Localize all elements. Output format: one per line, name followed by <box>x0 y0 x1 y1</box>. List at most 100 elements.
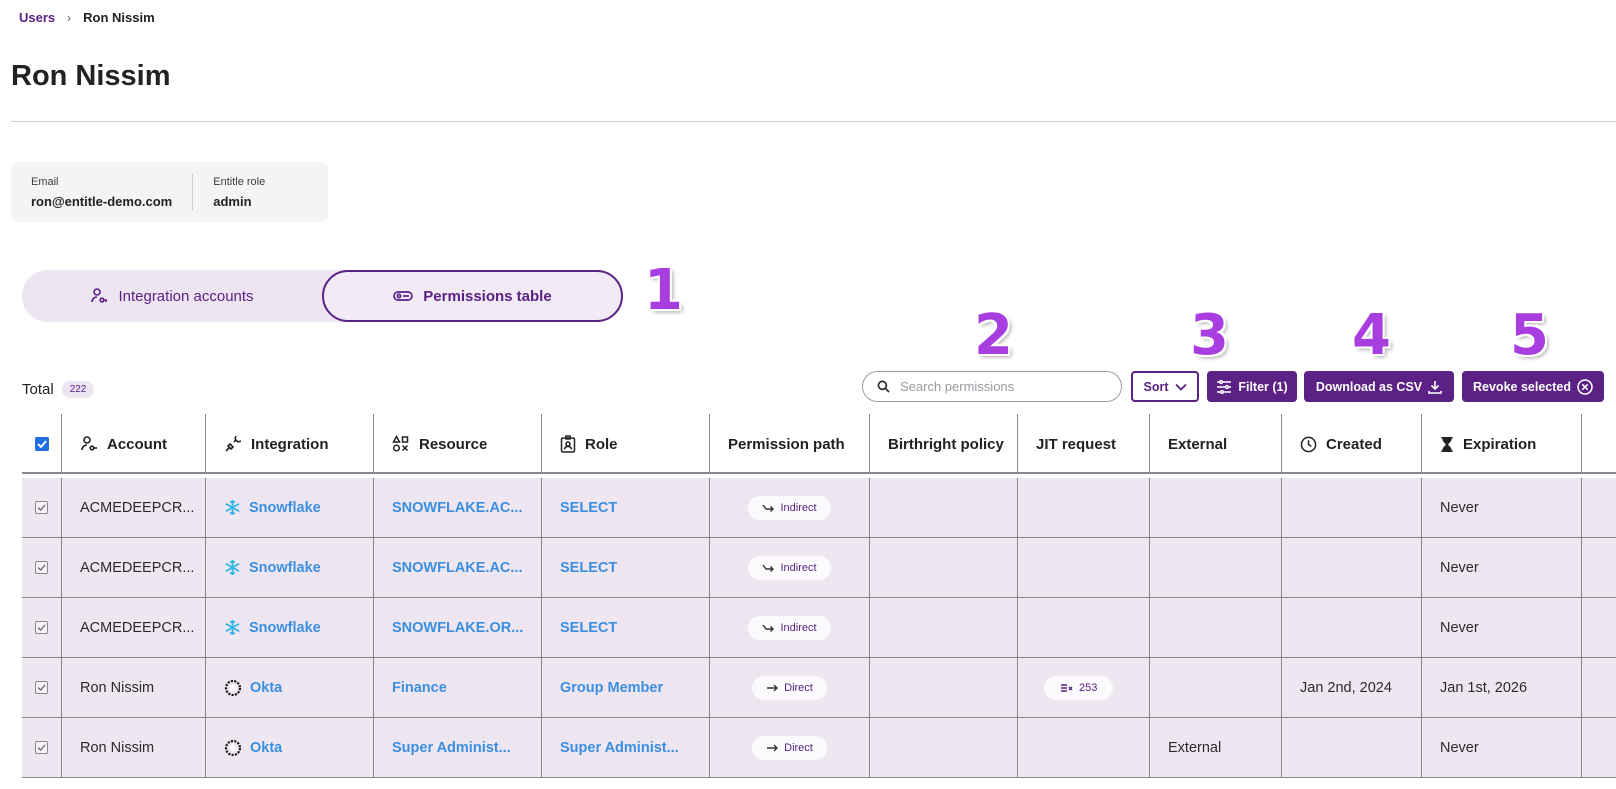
integration-link[interactable]: Okta <box>250 680 282 696</box>
breadcrumb: Users › Ron Nissim <box>19 10 155 25</box>
table-row[interactable]: Ron Nissim Okta Finance Group Member Dir… <box>22 658 1616 718</box>
row-checkbox[interactable] <box>35 561 48 574</box>
cell-birthright <box>870 598 1018 657</box>
cell-permission-path: Indirect <box>710 478 870 537</box>
column-resource[interactable]: Resource <box>374 414 542 474</box>
cell-spacer <box>1582 598 1616 657</box>
permission-path-value: Indirect <box>780 621 817 634</box>
search-box[interactable] <box>862 371 1122 402</box>
breadcrumb-users-link[interactable]: Users <box>19 10 55 25</box>
cell-expiration: Never <box>1422 718 1582 777</box>
row-select-cell <box>22 478 62 537</box>
account-value: Ron Nissim <box>80 739 155 756</box>
role-link[interactable]: Super Administ... <box>560 740 679 756</box>
row-select-cell <box>22 598 62 657</box>
annotation-4: 4 <box>1352 303 1391 368</box>
cell-account: ACMEDEEPCR... <box>62 598 206 657</box>
integration-link[interactable]: Snowflake <box>249 560 321 576</box>
permission-path-pill: Indirect <box>748 495 831 520</box>
role-label: Entitle role <box>213 175 266 188</box>
resource-link[interactable]: SNOWFLAKE.AC... <box>392 560 523 576</box>
column-permission-path-label: Permission path <box>728 435 845 453</box>
table-row[interactable]: Ron Nissim Okta Super Administ... Super … <box>22 718 1616 778</box>
row-checkbox[interactable] <box>35 741 48 754</box>
column-account[interactable]: Account <box>62 414 206 474</box>
column-created[interactable]: Created <box>1282 414 1422 474</box>
integration-link[interactable]: Snowflake <box>249 500 321 516</box>
row-checkbox[interactable] <box>35 501 48 514</box>
snowflake-icon <box>225 499 240 516</box>
select-all-checkbox[interactable] <box>34 437 49 451</box>
column-created-label: Created <box>1326 435 1382 453</box>
cell-expiration: Never <box>1422 598 1582 657</box>
cell-integration: Snowflake <box>206 478 374 537</box>
cell-external <box>1150 538 1282 597</box>
cell-account: Ron Nissim <box>62 658 206 717</box>
resource-link[interactable]: SNOWFLAKE.OR... <box>392 620 523 636</box>
page-title: Ron Nissim <box>11 60 171 92</box>
search-input[interactable] <box>900 379 1100 394</box>
column-expiration[interactable]: Expiration <box>1422 414 1582 474</box>
table-row[interactable]: ACMEDEEPCR... Snowflake SNOWFLAKE.OR... … <box>22 598 1616 658</box>
cell-role: Group Member <box>542 658 710 717</box>
email-info: Email ron@entitle-demo.com <box>11 176 192 209</box>
column-external[interactable]: External <box>1150 414 1282 474</box>
permission-path-pill: Indirect <box>748 615 831 640</box>
cell-account: Ron Nissim <box>62 718 206 777</box>
snowflake-icon <box>225 619 240 636</box>
cell-integration: Okta <box>206 658 374 717</box>
column-jit-request[interactable]: JIT request <box>1018 414 1150 474</box>
search-icon <box>877 380 890 393</box>
column-role-label: Role <box>585 435 618 453</box>
resource-link[interactable]: SNOWFLAKE.AC... <box>392 500 523 516</box>
role-link[interactable]: Group Member <box>560 680 663 696</box>
check-icon <box>37 684 46 691</box>
cell-account: ACMEDEEPCR... <box>62 478 206 537</box>
tab-permissions-table[interactable]: Permissions table <box>322 270 623 322</box>
role-link[interactable]: SELECT <box>560 500 617 516</box>
integration-link[interactable]: Okta <box>250 740 282 756</box>
row-checkbox[interactable] <box>35 681 48 694</box>
table-header: Account Integration Resource Role Permis… <box>22 414 1616 474</box>
revoke-selected-button[interactable]: Revoke selected <box>1462 371 1604 402</box>
cell-jit-request <box>1018 538 1150 597</box>
breadcrumb-separator: › <box>67 10 72 25</box>
row-checkbox[interactable] <box>35 621 48 634</box>
cell-created <box>1282 598 1422 657</box>
cell-external <box>1150 598 1282 657</box>
sort-button[interactable]: Sort <box>1131 371 1199 402</box>
resource-link[interactable]: Super Administ... <box>392 740 511 756</box>
tab-integration-accounts[interactable]: Integration accounts <box>22 270 322 322</box>
account-value: ACMEDEEPCR... <box>80 499 195 516</box>
plug-icon <box>225 435 242 452</box>
annotation-3: 3 <box>1190 303 1229 368</box>
row-select-cell <box>22 538 62 597</box>
table-row[interactable]: ACMEDEEPCR... Snowflake SNOWFLAKE.AC... … <box>22 538 1616 598</box>
tab-integration-accounts-label: Integration accounts <box>118 287 254 305</box>
column-birthright-policy[interactable]: Birthright policy <box>870 414 1018 474</box>
permission-path-value: Direct <box>784 681 813 694</box>
cell-spacer <box>1582 478 1616 537</box>
check-icon <box>37 564 46 571</box>
column-role[interactable]: Role <box>542 414 710 474</box>
integration-link[interactable]: Snowflake <box>249 620 321 636</box>
role-link[interactable]: SELECT <box>560 560 617 576</box>
view-tabs: Integration accounts Permissions table <box>22 270 623 322</box>
column-integration-label: Integration <box>251 435 329 453</box>
column-permission-path[interactable]: Permission path <box>710 414 870 474</box>
sliders-icon <box>1217 379 1232 394</box>
title-divider <box>11 121 1616 122</box>
row-select-cell <box>22 658 62 717</box>
column-expiration-label: Expiration <box>1463 435 1537 453</box>
role-info: Entitle role admin <box>193 176 285 209</box>
column-account-label: Account <box>107 435 167 453</box>
table-row[interactable]: ACMEDEEPCR... Snowflake SNOWFLAKE.AC... … <box>22 478 1616 538</box>
role-link[interactable]: SELECT <box>560 620 617 636</box>
resource-link[interactable]: Finance <box>392 680 447 696</box>
user-icon <box>81 436 97 451</box>
jit-request-pill[interactable]: 253 <box>1044 675 1114 700</box>
cell-created: Jan 2nd, 2024 <box>1282 658 1422 717</box>
column-integration[interactable]: Integration <box>206 414 374 474</box>
download-csv-button[interactable]: Download as CSV <box>1304 371 1454 402</box>
filter-button[interactable]: Filter (1) <box>1207 371 1297 402</box>
